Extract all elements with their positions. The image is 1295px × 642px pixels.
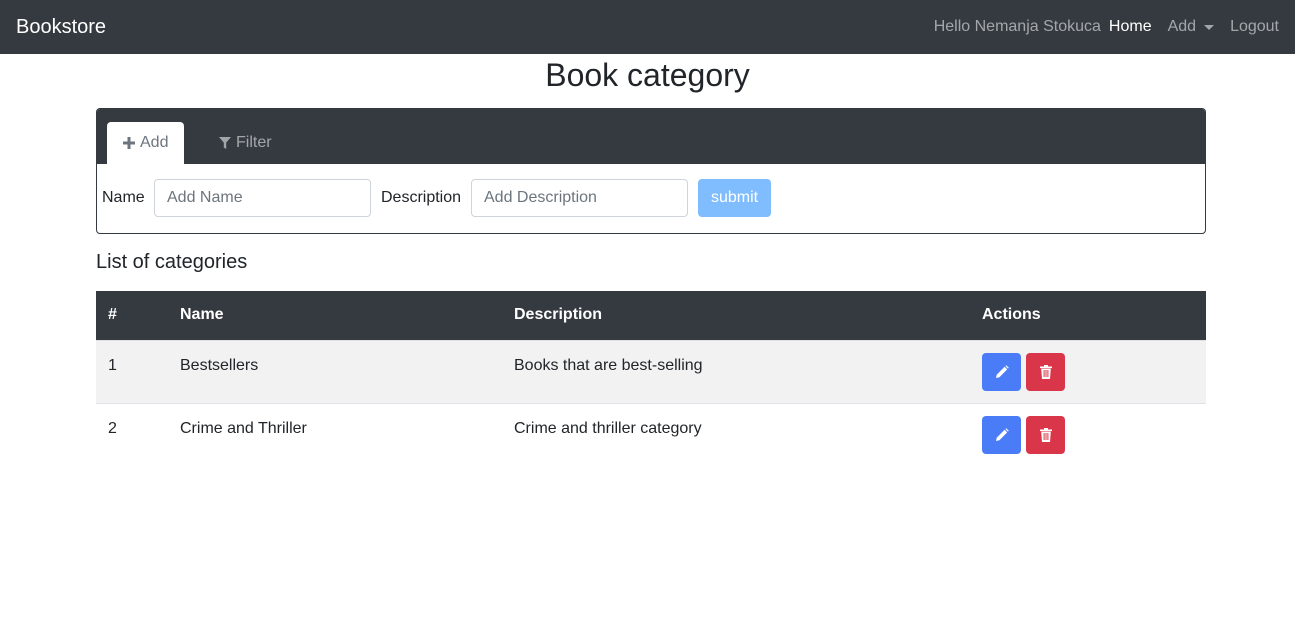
- nav-home-link[interactable]: Home: [1109, 18, 1152, 36]
- top-navbar: Bookstore Hello Nemanja Stokuca Home Add…: [0, 0, 1295, 54]
- page-title: Book category: [545, 57, 750, 93]
- description-input[interactable]: [471, 179, 688, 217]
- table-row: 2 Crime and Thriller Crime and thriller …: [96, 402, 1206, 466]
- pencil-icon: [995, 427, 1009, 441]
- row-number: 1: [96, 339, 168, 403]
- col-header-number: #: [96, 291, 168, 340]
- add-filter-panel: Add Filter Name Description submit: [96, 108, 1206, 234]
- trash-icon: [1039, 427, 1052, 442]
- tab-add-label: Add: [140, 134, 169, 151]
- nav-add-label: Add: [1167, 18, 1197, 35]
- row-number: 2: [96, 402, 168, 466]
- edit-button[interactable]: [982, 415, 1021, 454]
- edit-button[interactable]: [982, 352, 1021, 391]
- row-description: Books that are best-selling: [502, 339, 970, 403]
- tab-filter-label: Filter: [236, 134, 272, 151]
- table-header-row: # Name Description Actions: [96, 291, 1206, 340]
- row-actions: [970, 339, 1206, 403]
- plus-icon: [123, 137, 135, 149]
- row-name: Bestsellers: [168, 339, 502, 403]
- col-header-actions: Actions: [970, 291, 1206, 340]
- tab-add[interactable]: Add: [107, 122, 185, 164]
- add-category-form: Name Description submit: [97, 179, 1205, 217]
- chevron-down-icon: [1204, 24, 1215, 30]
- delete-button[interactable]: [1026, 415, 1065, 454]
- nav-add-dropdown[interactable]: Add: [1167, 18, 1215, 36]
- brand-link[interactable]: Bookstore: [16, 16, 106, 39]
- name-label: Name: [102, 189, 145, 206]
- filter-icon: [219, 136, 231, 149]
- row-name: Crime and Thriller: [168, 402, 502, 466]
- row-description: Crime and thriller category: [502, 402, 970, 466]
- categories-table: # Name Description Actions 1 Bestsellers…: [96, 291, 1206, 466]
- user-greeting: Hello Nemanja Stokuca: [933, 18, 1101, 35]
- navbar-right: Hello Nemanja Stokuca Home Add Logout: [934, 18, 1279, 36]
- delete-button[interactable]: [1026, 352, 1065, 391]
- row-actions: [970, 402, 1206, 466]
- nav-logout-link[interactable]: Logout: [1230, 18, 1279, 36]
- col-header-description: Description: [502, 291, 970, 340]
- table-row: 1 Bestsellers Books that are best-sellin…: [96, 339, 1206, 403]
- name-input[interactable]: [154, 179, 371, 217]
- col-header-name: Name: [168, 291, 502, 340]
- submit-button[interactable]: submit: [698, 179, 771, 217]
- pencil-icon: [995, 364, 1009, 378]
- list-title: List of categories: [96, 251, 248, 273]
- tab-filter[interactable]: Filter: [203, 122, 288, 164]
- description-label: Description: [381, 189, 462, 206]
- panel-tabs: Add Filter: [97, 109, 1205, 164]
- trash-icon: [1039, 364, 1052, 379]
